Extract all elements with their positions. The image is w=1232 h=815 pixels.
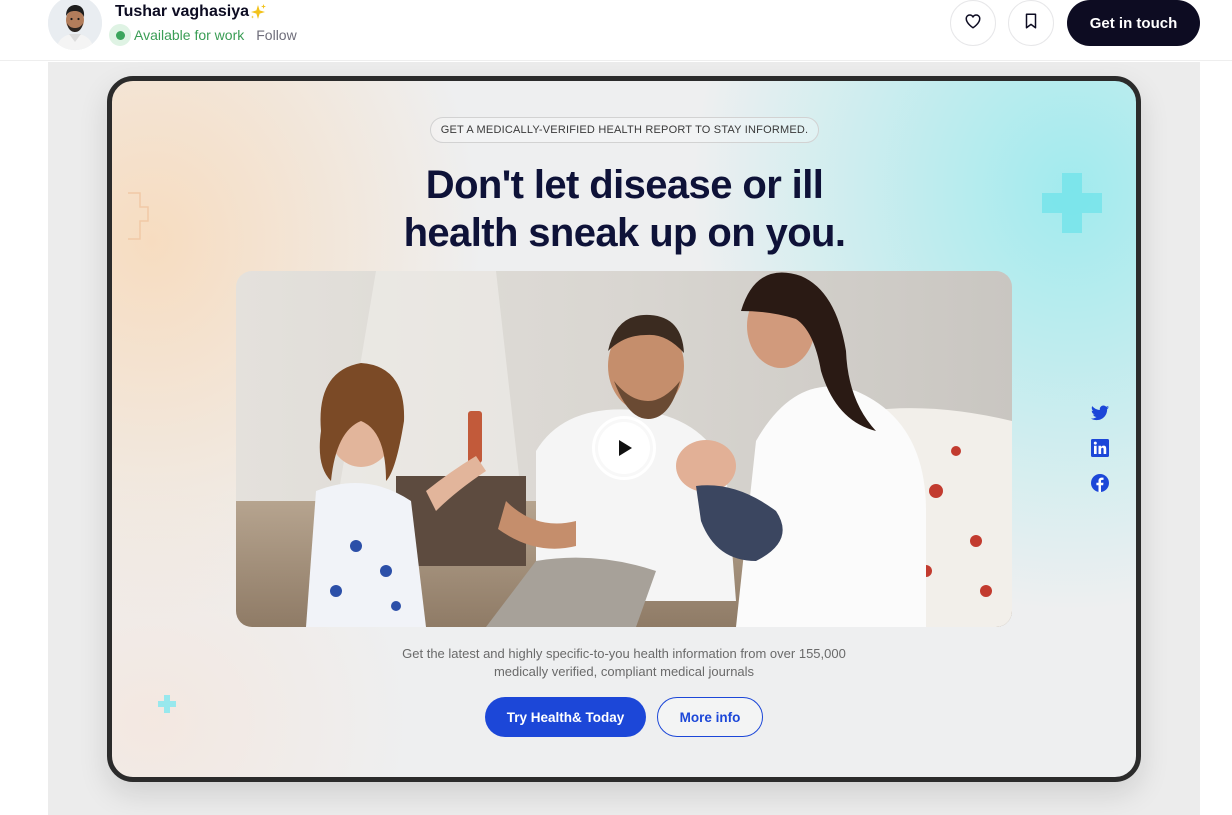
eyebrow-badge: GET A MEDICALLY-VERIFIED HEALTH REPORT T… xyxy=(430,117,819,143)
shot-header: Tushar vaghasiya Available for work Foll… xyxy=(0,0,1232,61)
description-line-2: medically verified, compliant medical jo… xyxy=(493,663,755,679)
like-button[interactable] xyxy=(950,0,996,46)
hero-video[interactable] xyxy=(236,271,1012,627)
author-name[interactable]: Tushar vaghasiya xyxy=(115,3,249,21)
hero-description: Get the latest and highly specific-to-yo… xyxy=(374,645,874,680)
play-button[interactable] xyxy=(592,416,656,480)
linkedin-link[interactable] xyxy=(1090,438,1110,462)
facebook-link[interactable] xyxy=(1090,473,1110,497)
status-text: Available for work xyxy=(134,27,245,43)
avatar[interactable] xyxy=(48,0,102,50)
headline-line-1: Don't let disease or ill xyxy=(425,163,824,207)
follow-link[interactable]: Follow xyxy=(256,27,296,43)
twitter-icon xyxy=(1091,405,1109,426)
small-cross-decoration xyxy=(158,695,176,713)
play-icon xyxy=(613,437,635,459)
save-button[interactable] xyxy=(1008,0,1054,46)
heart-icon xyxy=(964,12,982,35)
cyan-cross-decoration xyxy=(1042,173,1102,233)
landing-page-mockup: GET A MEDICALLY-VERIFIED HEALTH REPORT T… xyxy=(107,76,1141,782)
availability-status: Available for work Follow xyxy=(109,24,297,46)
bookmark-icon xyxy=(1022,12,1040,35)
more-info-button[interactable]: More info xyxy=(657,697,763,737)
outline-cross-decoration xyxy=(128,192,149,240)
linkedin-icon xyxy=(1091,438,1109,462)
hero-headline: Don't let disease or ill health sneak up… xyxy=(312,161,937,257)
sparkle-icon xyxy=(249,3,267,21)
twitter-link[interactable] xyxy=(1090,405,1110,425)
facebook-icon xyxy=(1091,473,1109,497)
get-in-touch-button[interactable]: Get in touch xyxy=(1067,0,1200,46)
try-health-button[interactable]: Try Health& Today xyxy=(485,697,646,737)
headline-line-2: health sneak up on you. xyxy=(403,211,846,255)
shot-canvas: GET A MEDICALLY-VERIFIED HEALTH REPORT T… xyxy=(48,62,1200,815)
status-indicator xyxy=(109,24,131,46)
description-line-1: Get the latest and highly specific-to-yo… xyxy=(402,646,846,661)
